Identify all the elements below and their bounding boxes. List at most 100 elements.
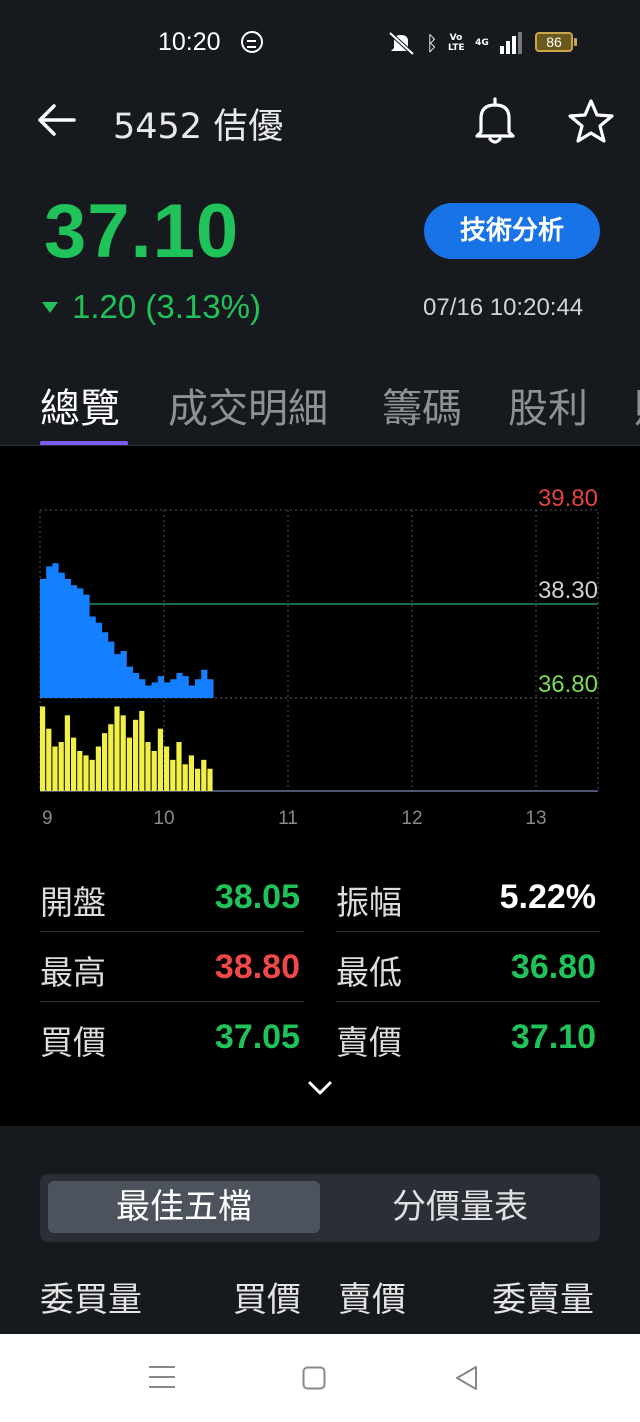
- signal-icon: [500, 32, 522, 54]
- x-tick-label: 9: [42, 808, 53, 829]
- stat-value: 38.80: [214, 948, 300, 986]
- technical-analysis-button[interactable]: 技術分析: [424, 203, 600, 259]
- stat-amplitude: 振幅 5.22%: [336, 866, 600, 932]
- stat-label: 賣價: [336, 1023, 402, 1062]
- tab-trade-details[interactable]: 成交明細: [168, 376, 328, 434]
- stat-value: 36.80: [510, 948, 596, 986]
- price-area-series: [40, 563, 214, 698]
- stats-row: 最高 38.80 最低 36.80: [40, 936, 600, 1006]
- menu-icon[interactable]: [148, 1364, 176, 1390]
- volume-bar: [71, 737, 77, 791]
- price-change-value: 1.20 (3.13%): [72, 288, 261, 325]
- down-triangle-icon: [42, 301, 58, 313]
- stat-value: 37.05: [214, 1018, 300, 1056]
- segment-price-volume[interactable]: 分價量表: [324, 1181, 596, 1233]
- x-tick-label: 10: [153, 808, 174, 829]
- header-ask-price: 賣價: [338, 1280, 406, 1320]
- header-ask-volume: 委賣量: [492, 1280, 594, 1320]
- volume-bar: [46, 728, 52, 791]
- volume-bar: [182, 764, 188, 791]
- stat-label: 最低: [336, 953, 402, 992]
- volume-bar: [108, 724, 114, 791]
- volume-bar: [170, 759, 176, 791]
- volume-bar: [188, 755, 194, 791]
- volume-bar: [64, 715, 70, 791]
- volume-bar: [114, 706, 120, 791]
- stat-high: 最高 38.80: [40, 936, 304, 1002]
- volume-bar: [120, 715, 126, 791]
- mute-icon: [388, 31, 415, 56]
- quote-timestamp: 07/16 10:20:44: [423, 294, 584, 321]
- x-tick-label: 12: [401, 808, 422, 829]
- volume-bar: [89, 759, 95, 791]
- volume-bar: [95, 746, 101, 791]
- volume-bar: [195, 768, 201, 791]
- stat-value: 38.05: [214, 878, 300, 916]
- volume-bar: [58, 742, 64, 791]
- favorite-star-icon[interactable]: [566, 96, 616, 146]
- vpn-icon: [241, 31, 263, 53]
- tab-dividend[interactable]: 股利: [508, 376, 588, 434]
- stats-row: 開盤 38.05 振幅 5.22%: [40, 866, 600, 936]
- stat-ask: 賣價 37.10: [336, 1006, 600, 1072]
- status-bar: 10:20 ᛒ Vo LTE 4G 86: [0, 0, 640, 86]
- y-label-low: 36.80: [538, 671, 598, 698]
- y-label-reference: 38.30: [538, 577, 598, 604]
- quote-header-panel: 10:20 ᛒ Vo LTE 4G 86 5452 佶優 37.10 1.20 …: [0, 0, 640, 446]
- intraday-chart[interactable]: 39.80 38.30 36.80 9 10 11 12 13: [0, 446, 640, 866]
- segment-best-five[interactable]: 最佳五檔: [48, 1181, 320, 1233]
- chevron-down-icon[interactable]: [306, 1076, 334, 1100]
- status-time: 10:20: [158, 28, 221, 56]
- back-arrow-icon[interactable]: [34, 100, 78, 140]
- system-nav-bar: [0, 1334, 640, 1422]
- order-book-segmented-control: 最佳五檔 分價量表: [40, 1174, 600, 1242]
- volume-bar: [102, 733, 108, 791]
- volume-bar: [207, 768, 213, 791]
- volume-bar: [157, 728, 163, 791]
- stat-low: 最低 36.80: [336, 936, 600, 1002]
- stat-bid: 買價 37.05: [40, 1006, 304, 1072]
- bell-icon[interactable]: [472, 96, 518, 146]
- stat-label: 最高: [40, 953, 106, 992]
- stats-row: 買價 37.05 賣價 37.10: [40, 1006, 600, 1076]
- network-type: 4G: [475, 38, 489, 48]
- volume-bar: [145, 742, 151, 791]
- battery-indicator: 86: [535, 32, 577, 52]
- volume-bar: [201, 759, 207, 791]
- stat-label: 開盤: [40, 883, 106, 922]
- y-label-high: 39.80: [538, 485, 598, 512]
- stock-title: 5452 佶優: [113, 107, 284, 147]
- stat-label: 振幅: [336, 883, 402, 922]
- volume-bar: [83, 755, 89, 791]
- volume-bar: [126, 737, 132, 791]
- volte-icon: Vo LTE: [448, 33, 465, 53]
- bluetooth-icon: ᛒ: [426, 31, 438, 55]
- stat-open: 開盤 38.05: [40, 866, 304, 932]
- home-icon[interactable]: [302, 1366, 326, 1390]
- stat-value: 37.10: [510, 1018, 596, 1056]
- stat-label: 買價: [40, 1023, 106, 1062]
- header-bid-price: 買價: [233, 1280, 301, 1320]
- order-book-section: 最佳五檔 分價量表 委買量 買價 賣價 委賣量: [0, 1142, 640, 1334]
- x-tick-label: 13: [525, 808, 546, 829]
- section-divider: [0, 1126, 640, 1142]
- tab-overview[interactable]: 總覽: [40, 376, 120, 434]
- header-bid-volume: 委買量: [40, 1280, 142, 1320]
- volume-bar: [40, 706, 46, 791]
- volume-bar: [139, 710, 145, 791]
- x-tick-label: 11: [278, 808, 298, 829]
- tab-bar: 總覽 成交明細 籌碼 股利 財: [0, 376, 640, 446]
- price-change: 1.20 (3.13%): [42, 288, 261, 326]
- volume-bar: [52, 746, 58, 791]
- volume-bar: [77, 750, 83, 791]
- tab-financials[interactable]: 財: [634, 376, 640, 434]
- stat-value: 5.22%: [499, 878, 596, 916]
- back-triangle-icon[interactable]: [454, 1365, 480, 1391]
- tab-chips[interactable]: 籌碼: [382, 376, 462, 434]
- current-price: 37.10: [44, 189, 240, 274]
- volume-bar: [164, 746, 170, 791]
- volume-bar: [151, 750, 157, 791]
- volume-bar: [176, 742, 182, 791]
- status-icons: ᛒ Vo LTE 4G: [386, 30, 522, 56]
- volume-bar: [133, 719, 139, 791]
